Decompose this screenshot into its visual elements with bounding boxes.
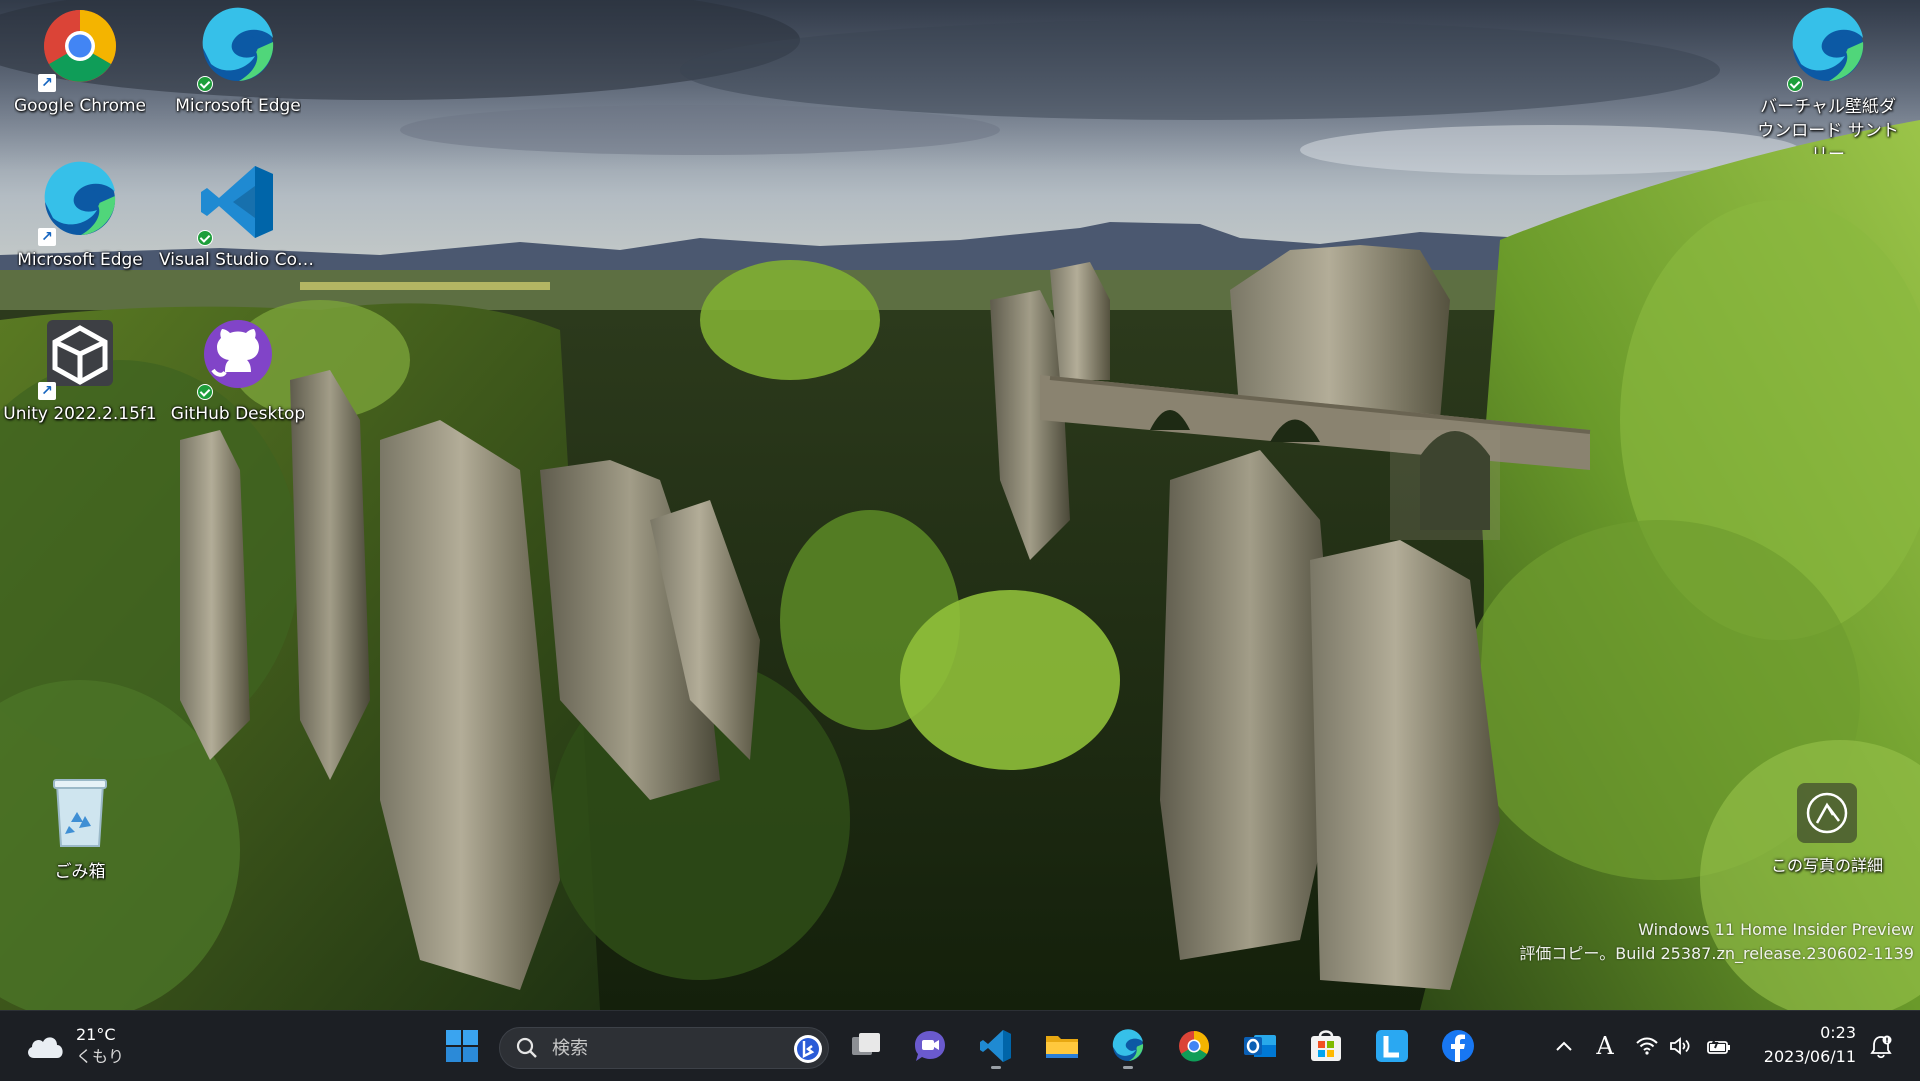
taskbar-search[interactable]	[499, 1027, 829, 1069]
weather-condition: くもり	[76, 1047, 125, 1066]
search-icon	[516, 1037, 537, 1058]
outlook-icon	[1244, 1035, 1276, 1057]
desktop-icon-label: GitHub Desktop	[170, 404, 306, 424]
desktop-icon-microsoft-edge[interactable]: Microsoft Edge	[158, 4, 318, 154]
store-icon	[1311, 1030, 1341, 1061]
clock-time: 0:23	[1820, 1023, 1856, 1042]
edge-icon	[1112, 1029, 1144, 1061]
volume-icon[interactable]	[1666, 1030, 1696, 1062]
weather-widget[interactable]: 21°C くもり	[24, 1021, 124, 1071]
edge-icon: ↗	[37, 160, 123, 246]
facebook-icon	[1442, 1030, 1474, 1062]
bing-chat-icon[interactable]	[793, 1034, 823, 1064]
weather-temperature: 21°C	[76, 1025, 116, 1044]
chrome-icon	[1179, 1031, 1210, 1062]
taskbar-chrome[interactable]	[1170, 1022, 1218, 1070]
watermark-line-1: Windows 11 Home Insider Preview	[1638, 920, 1914, 939]
vscode-icon	[980, 1030, 1011, 1062]
desktop-icon-vscode[interactable]: Visual Studio Code	[158, 158, 318, 308]
taskbar-vscode[interactable]	[972, 1022, 1020, 1070]
desktop-icon-recycle-bin[interactable]: ごみ箱	[0, 770, 160, 920]
task-view-icon	[852, 1033, 880, 1055]
sync-check-icon	[197, 76, 213, 92]
notification-bell-icon[interactable]	[1866, 1031, 1896, 1063]
sync-check-icon	[1787, 76, 1803, 92]
desktop-icon-virtual-wallpaper[interactable]: バーチャル壁紙ダウンロード サントリー	[1748, 4, 1908, 154]
file-explorer-icon	[1046, 1036, 1078, 1058]
system-tray: A	[1540, 1011, 1920, 1081]
teams-chat-button[interactable]	[906, 1022, 954, 1070]
recycle-bin-icon	[37, 772, 123, 858]
taskbar-outlook[interactable]	[1236, 1022, 1284, 1070]
start-button[interactable]	[438, 1022, 486, 1070]
sync-check-icon	[197, 384, 213, 400]
desktop-icon-unity[interactable]: ↗ Unity 2022.2.15f1	[0, 312, 160, 462]
desktop-icon-label: バーチャル壁紙ダウンロード サントリー	[1757, 97, 1899, 154]
photo-info-label: この写真の詳細	[1770, 856, 1883, 875]
teams-chat-icon	[915, 1031, 945, 1061]
edge-icon	[195, 6, 281, 92]
shortcut-arrow-icon: ↗	[38, 228, 56, 246]
battery-icon[interactable]	[1704, 1030, 1734, 1062]
taskbar-edge[interactable]	[1104, 1022, 1152, 1070]
wifi-icon[interactable]	[1632, 1030, 1662, 1062]
cloud-icon	[28, 1037, 63, 1058]
search-input[interactable]	[550, 1036, 764, 1060]
desktop-icon-microsoft-edge-2[interactable]: ↗ Microsoft Edge	[0, 158, 160, 308]
task-view-button[interactable]	[842, 1022, 890, 1070]
desktop-icon-label: Microsoft Edge	[175, 96, 301, 116]
chevron-up-icon[interactable]	[1548, 1030, 1580, 1062]
taskbar-file-explorer[interactable]	[1038, 1022, 1086, 1070]
edge-icon	[1785, 6, 1871, 92]
camera-icon	[1797, 783, 1857, 843]
watermark-line-2: 評価コピー。Build 25387.zn_release.230602-1139	[1519, 944, 1914, 963]
line-icon	[1376, 1030, 1408, 1062]
github-icon	[195, 314, 281, 400]
desktop-icon-label: Visual Studio Code	[159, 250, 317, 270]
desktop-icon-github-desktop[interactable]: GitHub Desktop	[158, 312, 318, 462]
photo-info-button[interactable]: この写真の詳細	[1760, 783, 1894, 876]
vscode-icon	[195, 160, 281, 246]
taskbar-l-app[interactable]	[1368, 1022, 1416, 1070]
taskbar-store[interactable]	[1302, 1022, 1350, 1070]
desktop-icon-label: ごみ箱	[54, 862, 106, 882]
clock-date: 2023/06/11	[1763, 1047, 1856, 1066]
shortcut-arrow-icon: ↗	[38, 74, 56, 92]
taskbar-facebook[interactable]	[1434, 1022, 1482, 1070]
sync-check-icon	[197, 230, 213, 246]
taskbar-clock[interactable]: 0:23 2023/06/11	[1760, 1021, 1856, 1069]
ime-indicator[interactable]: A	[1590, 1030, 1620, 1062]
evaluation-watermark: Windows 11 Home Insider Preview 評価コピー。Bu…	[1519, 918, 1914, 966]
chrome-icon: ↗	[37, 6, 123, 92]
start-icon	[446, 1030, 478, 1062]
desktop-icon-label: Unity 2022.2.15f1	[3, 404, 157, 424]
shortcut-arrow-icon: ↗	[38, 382, 56, 400]
taskbar: 21°C くもり 検索 A 0:23 2023/06/11	[0, 1010, 1920, 1081]
desktop-icon-google-chrome[interactable]: ↗ Google Chrome	[0, 4, 160, 154]
desktop-icon-label: Microsoft Edge	[17, 250, 143, 270]
unity-icon: ↗	[37, 314, 123, 400]
desktop-icon-label: Google Chrome	[13, 96, 147, 116]
